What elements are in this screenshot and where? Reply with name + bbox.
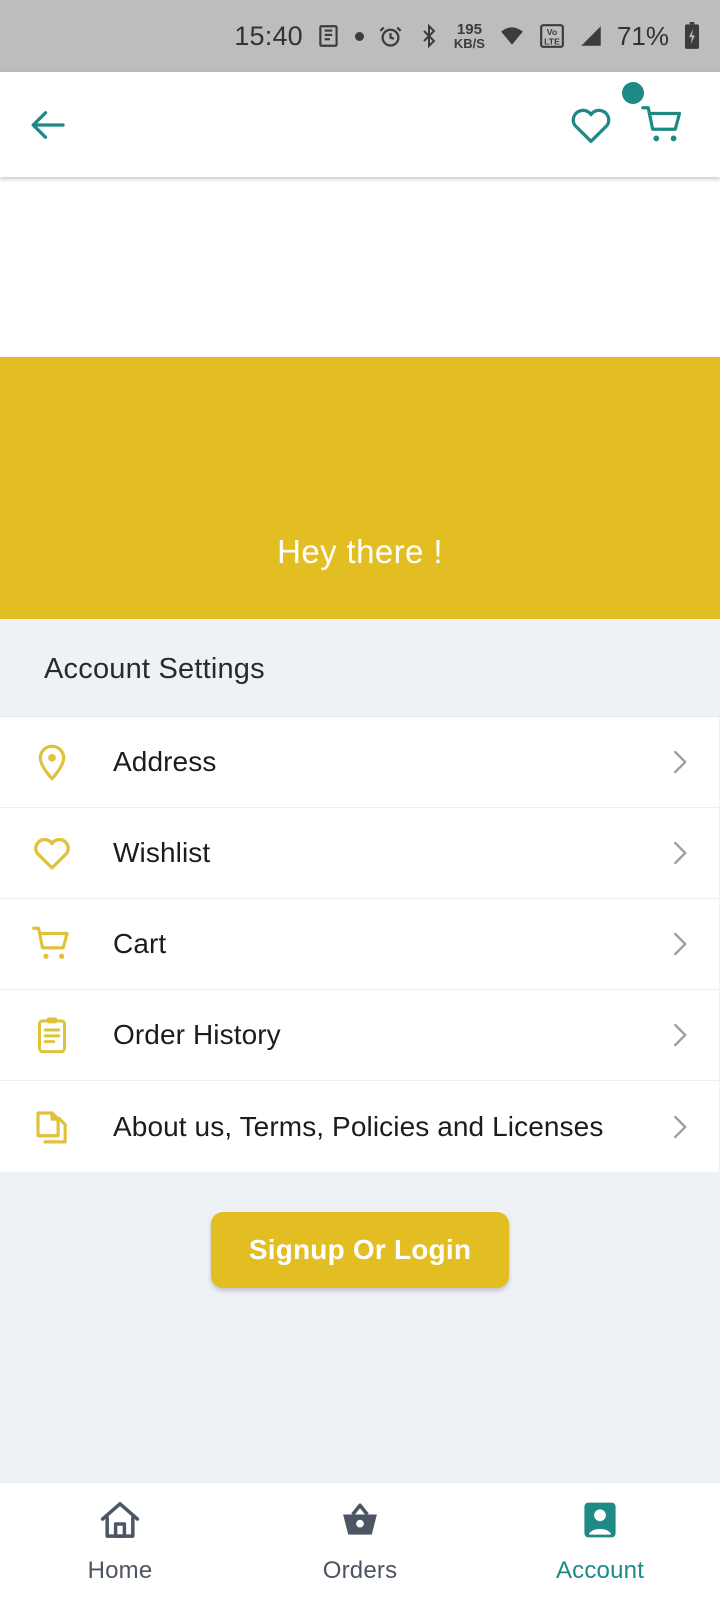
network-speed-indicator: 195 KB/S <box>454 22 485 50</box>
bottom-navigation: Home Orders Account <box>0 1482 720 1600</box>
list-item-label: Address <box>113 746 217 777</box>
location-pin-icon <box>24 742 80 782</box>
dot-icon <box>354 31 364 41</box>
nav-item-home[interactable]: Home <box>0 1483 240 1600</box>
list-item-label: About us, Terms, Policies and Licenses <box>113 1110 604 1142</box>
app-bar <box>0 72 720 177</box>
list-item-label: Cart <box>113 928 167 959</box>
back-button[interactable] <box>28 104 70 146</box>
header-whitespace <box>0 177 720 357</box>
status-bar: 15:40 195 KB/S Vo LTE 71% <box>0 0 720 72</box>
account-icon <box>578 1498 622 1547</box>
greeting-text: Hey there ! <box>277 533 443 570</box>
list-item-label: Wishlist <box>113 837 211 868</box>
chevron-right-icon <box>659 838 699 868</box>
notes-icon <box>316 23 342 49</box>
nav-item-orders[interactable]: Orders <box>240 1483 480 1600</box>
bluetooth-icon <box>417 23 441 49</box>
heart-icon <box>24 832 80 874</box>
nav-label: Orders <box>322 1557 398 1584</box>
greeting-banner: Hey there ! <box>0 357 720 619</box>
home-icon <box>98 1498 142 1547</box>
cart-badge-dot <box>622 81 644 104</box>
svg-text:LTE: LTE <box>544 37 560 47</box>
account-settings-section: Account Settings Address Wishlist Cart O… <box>0 619 720 1482</box>
chevron-right-icon <box>659 929 699 959</box>
basket-icon <box>338 1498 382 1547</box>
wishlist-icon[interactable] <box>568 102 614 148</box>
wifi-icon <box>498 23 526 49</box>
section-title: Account Settings <box>44 653 265 685</box>
network-speed-value: 195 <box>456 21 482 38</box>
chevron-right-icon <box>659 1020 699 1050</box>
battery-charging-icon <box>682 22 702 50</box>
nav-label: Home <box>87 1557 153 1584</box>
chevron-right-icon <box>659 747 699 777</box>
list-item-cart[interactable]: Cart <box>0 899 720 990</box>
volte-icon: Vo LTE <box>539 23 565 49</box>
signup-or-login-button[interactable]: Signup Or Login <box>210 1212 510 1288</box>
signal-icon <box>578 23 604 49</box>
list-item-address[interactable]: Address <box>0 717 720 808</box>
cta-area: Signup Or Login <box>0 1172 720 1482</box>
settings-list: Address Wishlist Cart Order History Abou… <box>0 716 720 1172</box>
app-screen: 15:40 195 KB/S Vo LTE 71% Hey there ! Ac… <box>0 0 720 1600</box>
list-item-wishlist[interactable]: Wishlist <box>0 808 720 899</box>
list-item-order-history[interactable]: Order History <box>0 990 720 1081</box>
list-item-label: Order History <box>113 1019 281 1050</box>
chevron-right-icon <box>659 1112 699 1142</box>
documents-icon <box>24 1106 80 1148</box>
nav-label: Account <box>555 1557 645 1584</box>
alarm-icon <box>377 23 404 50</box>
svg-text:Vo: Vo <box>547 27 557 37</box>
clipboard-icon <box>24 1015 80 1055</box>
list-item-about[interactable]: About us, Terms, Policies and Licenses <box>0 1081 720 1172</box>
page-body: Hey there ! Account Settings Address Wis… <box>0 177 720 1482</box>
battery-percent-label: 71% <box>616 20 669 51</box>
shopping-cart-icon <box>24 923 80 965</box>
status-bar-time: 15:40 <box>234 20 303 51</box>
nav-item-account[interactable]: Account <box>480 1483 720 1600</box>
cart-button[interactable] <box>622 81 686 148</box>
network-speed-unit: KB/S <box>453 36 485 51</box>
